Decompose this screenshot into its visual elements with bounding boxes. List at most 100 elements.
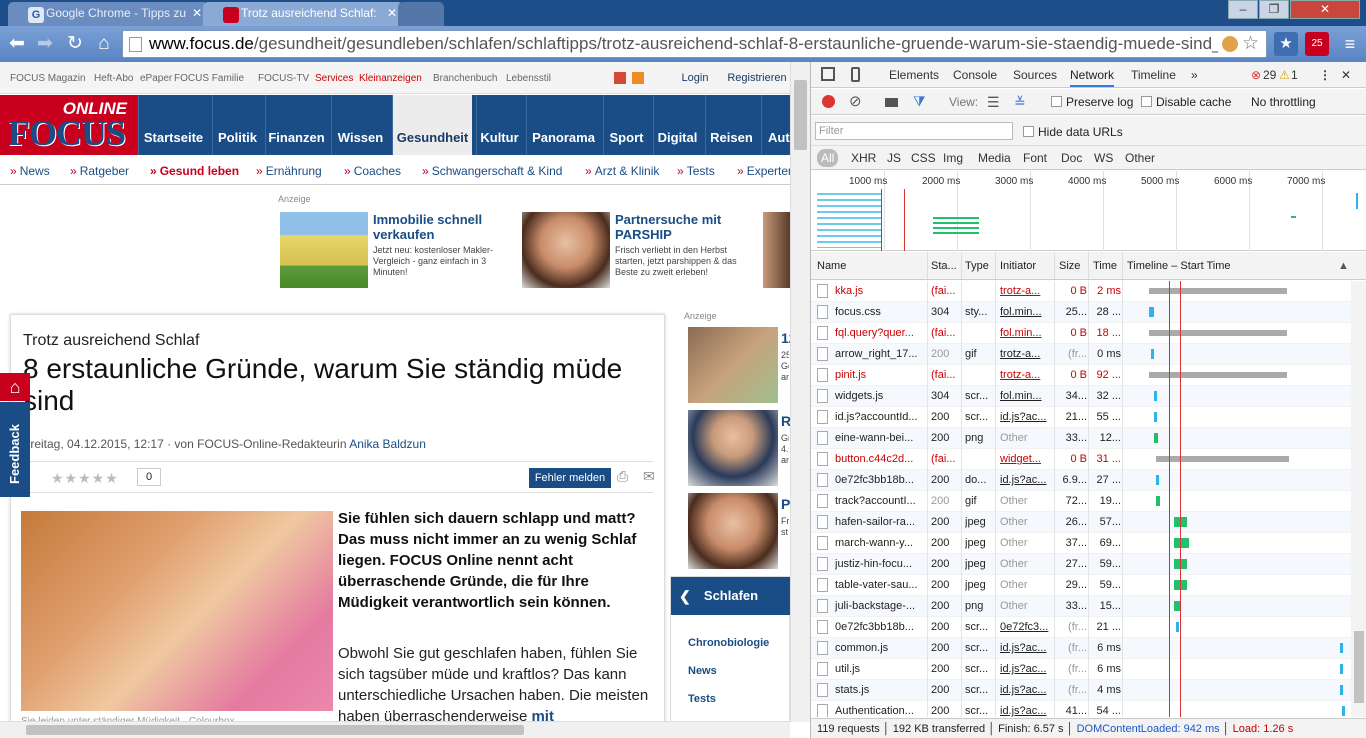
forward-icon[interactable]: ➡ bbox=[34, 33, 56, 55]
nav-item[interactable]: Politik bbox=[212, 95, 262, 155]
home-icon[interactable]: ⌂ bbox=[93, 33, 115, 55]
column-header[interactable]: Timeline – Start Time bbox=[1127, 260, 1231, 272]
sort-ascending-icon[interactable]: ▲ bbox=[1338, 260, 1349, 272]
ad-partial-image[interactable] bbox=[763, 212, 790, 288]
filter-input[interactable]: Filter bbox=[815, 122, 1013, 140]
new-tab-button[interactable] bbox=[398, 2, 444, 26]
throttling-select[interactable]: No throttling bbox=[1251, 95, 1316, 109]
sidebar-image-money[interactable] bbox=[688, 327, 778, 403]
extension-icon[interactable] bbox=[1222, 36, 1238, 52]
scrollbar-thumb[interactable] bbox=[26, 725, 524, 735]
subnav-item[interactable]: » News bbox=[10, 164, 50, 178]
address-bar[interactable]: www.focus.de/gesundheit/gesundleben/schl… bbox=[122, 30, 1267, 58]
browser-tab-google[interactable]: G Google Chrome - Tipps zu ✕ bbox=[8, 2, 208, 26]
nav-item[interactable]: Wissen bbox=[331, 95, 389, 155]
request-row[interactable]: 0e72fc3bb18b... 200 do... id.js?ac... 6.9...… bbox=[811, 470, 1351, 491]
request-row[interactable]: track?accountI... 200 gif Other 72... 19... bbox=[811, 491, 1351, 512]
devtools-tab-active[interactable]: Network bbox=[1070, 68, 1115, 87]
menu-icon[interactable]: ≡ bbox=[1338, 32, 1362, 56]
type-filter[interactable]: CSS bbox=[911, 151, 936, 165]
top-link[interactable]: Branchenbuch bbox=[433, 73, 498, 84]
cell-initiator[interactable]: Other bbox=[1000, 579, 1052, 591]
request-row[interactable]: id.js?accountId... 200 scr... id.js?ac... 21… bbox=[811, 407, 1351, 428]
scrollbar-thumb[interactable] bbox=[794, 80, 807, 150]
page-horizontal-scrollbar[interactable] bbox=[0, 721, 790, 738]
disable-cache-checkbox[interactable]: Disable cache bbox=[1141, 95, 1231, 109]
back-icon[interactable]: ⬅ bbox=[6, 33, 28, 55]
cell-initiator[interactable]: id.js?ac... bbox=[1000, 684, 1052, 696]
ad-immobilie[interactable]: Immobilie schnell verkaufen Jetzt neu: k… bbox=[278, 206, 516, 292]
cell-initiator[interactable]: widget... bbox=[1000, 453, 1052, 465]
devtools-tab[interactable]: Console bbox=[953, 68, 997, 82]
column-header[interactable]: Initiator bbox=[1000, 260, 1036, 272]
author-link[interactable]: Anika Baldzun bbox=[349, 437, 426, 451]
column-header[interactable]: Time bbox=[1093, 260, 1117, 272]
reload-icon[interactable]: ↻ bbox=[64, 33, 86, 55]
nav-item[interactable]: Reisen bbox=[705, 95, 757, 155]
request-row[interactable]: pinit.js (fai... trotz-a... 0 B 92 ... bbox=[811, 365, 1351, 386]
subnav-item[interactable]: » Ratgeber bbox=[70, 164, 129, 178]
cell-initiator[interactable]: fol.min... bbox=[1000, 306, 1052, 318]
google-plus-icon[interactable] bbox=[614, 72, 626, 84]
request-row[interactable]: util.js 200 scr... id.js?ac... (fr... 6 ms bbox=[811, 659, 1351, 680]
top-link[interactable]: Services bbox=[315, 73, 353, 84]
requests-scrollbar[interactable] bbox=[1351, 281, 1366, 717]
request-row[interactable]: hafen-sailor-ra... 200 jpeg Other 26... 57... bbox=[811, 512, 1351, 533]
inspect-element-icon[interactable] bbox=[821, 67, 835, 81]
request-row[interactable]: common.js 200 scr... id.js?ac... (fr... 6 ms bbox=[811, 638, 1351, 659]
request-row[interactable]: button.c44c2d... (fai... widget... 0 B 31 ..… bbox=[811, 449, 1351, 470]
request-row[interactable]: widgets.js 304 scr... fol.min... 34... 32 ... bbox=[811, 386, 1351, 407]
overview-icon[interactable]: ≚ bbox=[1014, 94, 1026, 111]
type-filter[interactable]: JS bbox=[887, 151, 901, 165]
cell-initiator[interactable]: Other bbox=[1000, 558, 1052, 570]
star-icon[interactable]: ☆ bbox=[1242, 31, 1259, 57]
request-row[interactable]: arrow_right_17... 200 gif trotz-a... (fr... 0… bbox=[811, 344, 1351, 365]
warning-icon[interactable]: ⚠ bbox=[1279, 68, 1290, 82]
topic-item[interactable]: Tests bbox=[688, 693, 716, 705]
topic-item[interactable]: News bbox=[688, 665, 717, 677]
feedback-tab[interactable]: Feedback bbox=[0, 402, 30, 497]
more-tabs-icon[interactable]: » bbox=[1191, 68, 1198, 82]
top-link[interactable]: Heft-Abo bbox=[94, 73, 133, 84]
subnav-item[interactable]: » Ernährung bbox=[256, 164, 322, 178]
minimize-button[interactable]: – bbox=[1228, 0, 1258, 19]
error-count[interactable]: 29 bbox=[1263, 68, 1276, 82]
topic-header-schlafen[interactable]: ❮ Schlafen bbox=[671, 577, 791, 615]
close-window-button[interactable]: ✕ bbox=[1290, 0, 1360, 19]
preserve-log-checkbox[interactable]: Preserve log bbox=[1051, 95, 1133, 109]
more-vert-icon[interactable]: ⋮ bbox=[1319, 68, 1331, 82]
nav-item[interactable]: Kultur bbox=[476, 95, 522, 155]
request-row[interactable]: kka.js (fai... trotz-a... 0 B 2 ms bbox=[811, 281, 1351, 302]
maximize-button[interactable]: ❐ bbox=[1259, 0, 1289, 19]
nav-item[interactable]: Sport bbox=[603, 95, 649, 155]
subnav-item[interactable]: » Tests bbox=[677, 164, 715, 178]
cell-initiator[interactable]: id.js?ac... bbox=[1000, 642, 1052, 654]
cell-initiator[interactable]: trotz-a... bbox=[1000, 348, 1052, 360]
capture-screenshot-icon[interactable] bbox=[885, 98, 898, 107]
nav-item-active[interactable]: Gesundheit bbox=[392, 95, 472, 155]
type-filter[interactable]: Doc bbox=[1061, 151, 1082, 165]
mail-icon[interactable]: ✉ bbox=[643, 468, 659, 486]
rating-stars[interactable]: ★★★★★ bbox=[51, 470, 119, 487]
ad-parship[interactable]: Partnersuche mit PARSHIP Frisch verliebt… bbox=[520, 206, 760, 292]
topic-item[interactable]: Chronobiologie bbox=[688, 637, 769, 649]
home-icon[interactable]: ⌂ bbox=[0, 373, 30, 401]
close-tab-icon[interactable]: ✕ bbox=[387, 6, 397, 20]
column-header[interactable]: Sta... bbox=[931, 260, 957, 272]
request-row[interactable]: 0e72fc3bb18b... 200 scr... 0e72fc3... (fr...… bbox=[811, 617, 1351, 638]
request-row[interactable]: march-wann-y... 200 jpeg Other 37... 69... bbox=[811, 533, 1351, 554]
page-vertical-scrollbar[interactable] bbox=[790, 62, 810, 722]
subnav-item[interactable]: » Coaches bbox=[344, 164, 401, 178]
top-link[interactable]: ePaper bbox=[140, 73, 172, 84]
cell-initiator[interactable]: Other bbox=[1000, 516, 1052, 528]
focus-online-logo[interactable]: ONLINE FOCUS bbox=[0, 95, 137, 155]
login-link[interactable]: Login bbox=[668, 68, 722, 88]
request-row[interactable]: Authentication... 200 scr... id.js?ac... 41.… bbox=[811, 701, 1351, 717]
nav-item[interactable]: Startseite bbox=[138, 95, 208, 155]
filter-icon[interactable]: ⧩ bbox=[913, 93, 926, 110]
request-row[interactable]: juli-backstage-... 200 png Other 33... 15... bbox=[811, 596, 1351, 617]
request-row[interactable]: focus.css 304 sty... fol.min... 25... 28 ... bbox=[811, 302, 1351, 323]
type-filter[interactable]: XHR bbox=[851, 151, 876, 165]
sidebar-image-woman[interactable] bbox=[688, 493, 778, 569]
nav-item[interactable]: Auto bbox=[761, 95, 790, 155]
